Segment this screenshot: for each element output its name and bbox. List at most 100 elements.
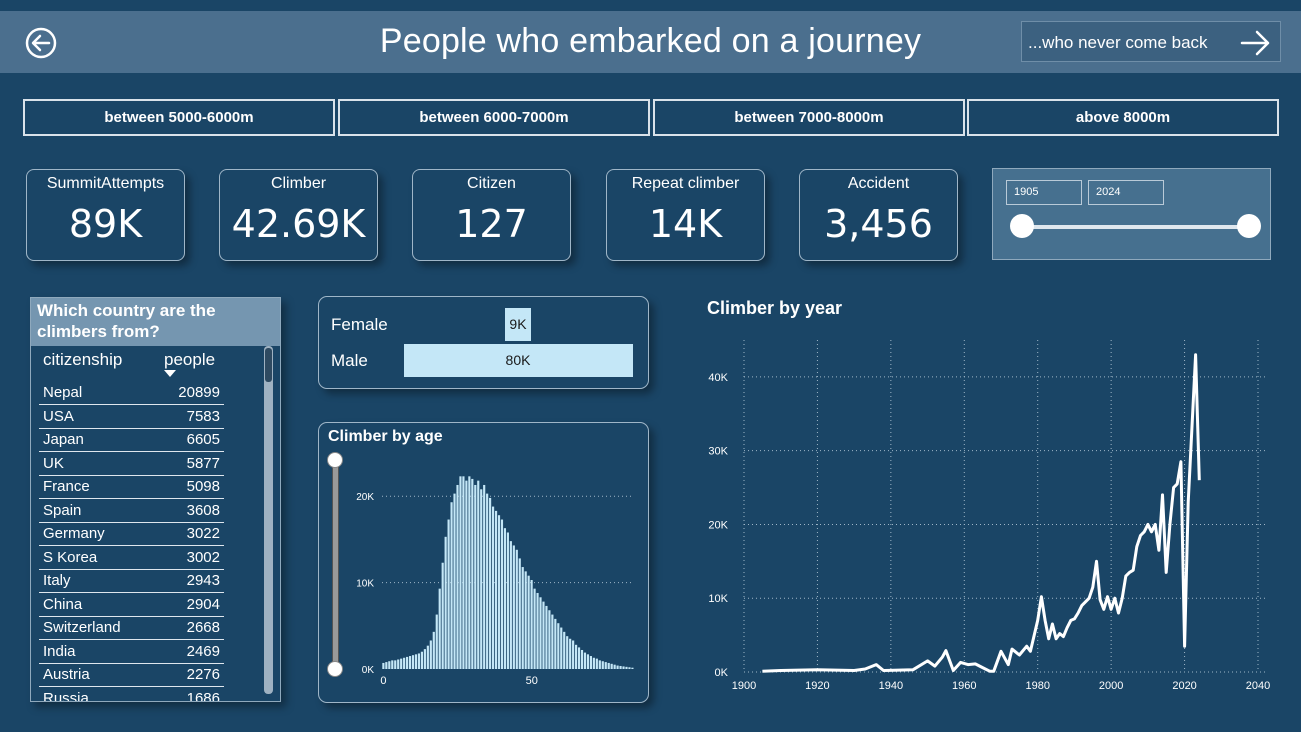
age-bar [483, 484, 486, 669]
age-bar [453, 493, 456, 669]
table-row[interactable]: China 2904 [39, 593, 224, 617]
kpi-repeat-climber: Repeat climber 14K [606, 169, 765, 261]
y-tick-label: 0K [362, 665, 375, 676]
cell-people: 2668 [186, 619, 220, 636]
age-bar [450, 502, 453, 669]
age-bar [406, 656, 409, 669]
cell-people: 2943 [186, 572, 220, 589]
table-row[interactable]: India 2469 [39, 640, 224, 664]
sort-desc-icon [164, 370, 176, 377]
year-range-slicer: 1905 2024 [992, 168, 1271, 260]
range-button-7000-8000[interactable]: between 7000-8000m [653, 99, 965, 136]
table-row[interactable]: UK 5877 [39, 452, 224, 476]
age-bar [545, 605, 548, 669]
kpi-climber: Climber 42.69K [219, 169, 378, 261]
age-bar [542, 601, 545, 669]
x-tick-label: 1940 [879, 680, 903, 692]
x-tick-label: 1920 [805, 680, 829, 692]
age-bar [465, 480, 468, 669]
age-bar [539, 597, 542, 669]
cell-people: 3022 [186, 525, 220, 542]
slider-track[interactable] [1022, 225, 1250, 229]
cell-citizenship: Japan [43, 431, 84, 448]
bar-female[interactable]: 9K [505, 308, 531, 341]
table-row[interactable]: USA 7583 [39, 405, 224, 429]
year-from-input[interactable]: 1905 [1006, 180, 1082, 205]
country-table: Which country are the climbers from? cit… [30, 297, 281, 702]
cell-citizenship: Switzerland [43, 619, 121, 636]
y-tick-label: 20K [356, 492, 374, 503]
y-tick-label: 0K [715, 667, 729, 679]
table-row[interactable]: Austria 2276 [39, 663, 224, 687]
age-bar [420, 651, 424, 669]
table-scrollbar[interactable] [264, 346, 273, 694]
age-bar [515, 549, 518, 669]
age-bar [489, 497, 492, 669]
slider-handle-end[interactable] [1237, 214, 1261, 238]
table-row[interactable]: S Korea 3002 [39, 546, 224, 570]
age-bar [414, 654, 418, 669]
age-bar [521, 567, 524, 669]
age-bar [577, 647, 581, 669]
never-come-back-button[interactable]: ...who never come back [1021, 21, 1281, 62]
table-row[interactable]: Germany 3022 [39, 522, 224, 546]
age-bar [622, 666, 625, 669]
age-bar [613, 664, 616, 669]
age-bar [616, 665, 619, 669]
age-bar [426, 645, 429, 669]
y-tick-label: 10K [356, 579, 374, 590]
age-bar [456, 484, 459, 669]
age-bar [557, 623, 560, 669]
table-row[interactable]: Russia 1686 [39, 687, 224, 702]
cell-citizenship: Russia [43, 689, 89, 702]
age-bar [631, 667, 634, 669]
table-title-bar: Which country are the climbers from? [31, 298, 280, 346]
age-bar [566, 636, 569, 669]
cell-citizenship: Nepal [43, 384, 83, 401]
table-row[interactable]: Italy 2943 [39, 569, 224, 593]
scrollbar-thumb[interactable] [265, 348, 272, 382]
age-bar [619, 665, 622, 669]
kpi-label: Repeat climber [631, 175, 740, 192]
age-bar [411, 655, 415, 669]
age-bar [429, 640, 432, 669]
table-row[interactable]: Nepal 20899 [39, 381, 224, 405]
age-bar [403, 657, 406, 669]
kpi-value: 3,456 [824, 202, 933, 246]
kpi-label: Climber [270, 175, 327, 192]
column-header-people[interactable]: people [164, 350, 215, 370]
age-bar [536, 592, 539, 669]
kpi-value: 89K [68, 202, 143, 246]
age-bar [491, 506, 495, 669]
range-button-5000-6000[interactable]: between 5000-6000m [23, 99, 335, 136]
y-tick-label: 30K [708, 446, 728, 458]
bar-male[interactable]: 80K [403, 344, 633, 377]
year-to-input[interactable]: 2024 [1088, 180, 1164, 205]
age-bar [518, 558, 521, 669]
table-row[interactable]: Spain 3608 [39, 499, 224, 523]
table-row[interactable]: Japan 6605 [39, 428, 224, 452]
cell-citizenship: France [43, 478, 90, 495]
x-tick-label: 1980 [1025, 680, 1049, 692]
cell-people: 5098 [186, 478, 220, 495]
column-header-citizenship[interactable]: citizenship [43, 350, 122, 370]
range-button-6000-7000[interactable]: between 6000-7000m [338, 99, 650, 136]
data-label-female: 9K [509, 316, 527, 332]
slider-handle-start[interactable] [1010, 214, 1034, 238]
age-bar [408, 656, 412, 669]
data-label-male: 80K [505, 352, 531, 368]
cell-citizenship: Italy [43, 572, 71, 589]
cell-citizenship: USA [43, 407, 74, 425]
age-bar [435, 614, 438, 669]
cell-people: 2276 [186, 666, 220, 683]
age-bar [572, 640, 575, 669]
cell-people: 20899 [178, 384, 220, 401]
gender-label-male: Male [331, 351, 368, 370]
age-bar [400, 658, 403, 669]
age-bar [592, 657, 595, 669]
range-button-above-8000[interactable]: above 8000m [967, 99, 1279, 136]
kpi-label: Accident [847, 175, 910, 192]
age-bar [580, 649, 584, 669]
table-row[interactable]: France 5098 [39, 475, 224, 499]
table-row[interactable]: Switzerland 2668 [39, 616, 224, 640]
